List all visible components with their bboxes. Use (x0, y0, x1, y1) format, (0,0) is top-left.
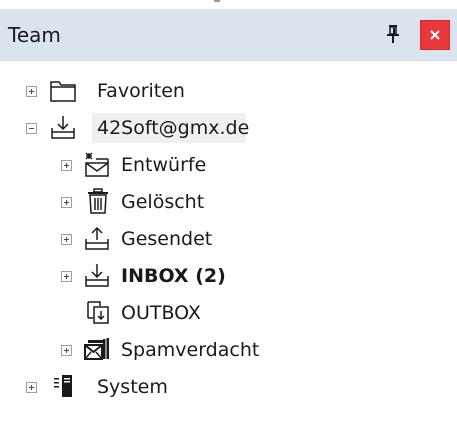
tree-label: INBOX (2) (121, 265, 226, 287)
tree-node-spam[interactable]: Spamverdacht (0, 335, 457, 365)
tree-label: Gelöscht (121, 191, 205, 213)
copy-docs-icon (86, 300, 112, 326)
tree-node-inbox[interactable]: INBOX (2) (0, 261, 457, 291)
expand-toggle[interactable] (61, 345, 72, 356)
expand-toggle[interactable] (61, 234, 72, 245)
close-icon (430, 30, 440, 40)
tree-node-system[interactable]: System (0, 372, 457, 402)
panel-title: Team (8, 23, 61, 47)
panel-header: Team (0, 9, 457, 61)
resize-grip[interactable] (214, 0, 220, 2)
tree-node-drafts[interactable]: Entwürfe (0, 150, 457, 180)
expand-toggle[interactable] (26, 382, 37, 393)
close-button[interactable] (420, 20, 450, 50)
draft-envelope-icon (84, 152, 110, 178)
inbox-tray-icon (50, 114, 76, 140)
tree-label: Gesendet (121, 228, 213, 250)
tree-node-outbox[interactable]: OUTBOX (0, 298, 457, 328)
outbox-tray-icon (84, 225, 110, 251)
pin-icon[interactable] (381, 21, 405, 47)
folder-tree: Favoriten 42Soft@gmx.de Entwürfe Gelösch… (0, 61, 457, 426)
top-edge (0, 0, 457, 9)
tree-node-favorites[interactable]: Favoriten (0, 76, 457, 106)
server-icon (52, 374, 78, 400)
team-panel: Team Favoriten 42Soft@gmx.de Entwürfe Ge… (0, 0, 457, 426)
spam-icon (84, 337, 110, 363)
tree-node-sent[interactable]: Gesendet (0, 224, 457, 254)
inbox-tray-icon (84, 262, 110, 288)
tree-label: System (97, 376, 168, 398)
trash-icon (86, 188, 112, 214)
tree-label: OUTBOX (121, 302, 201, 324)
tree-node-deleted[interactable]: Gelöscht (0, 187, 457, 217)
folder-icon (50, 79, 76, 105)
expand-toggle[interactable] (26, 86, 37, 97)
tree-node-account[interactable]: 42Soft@gmx.de (0, 113, 457, 143)
expand-toggle[interactable] (61, 197, 72, 208)
tree-label: Entwürfe (121, 154, 207, 176)
collapse-toggle[interactable] (26, 123, 37, 134)
tree-label: 42Soft@gmx.de (97, 117, 250, 139)
expand-toggle[interactable] (61, 271, 72, 282)
expand-toggle[interactable] (61, 160, 72, 171)
tree-label: Favoriten (97, 80, 185, 102)
tree-label: Spamverdacht (121, 339, 260, 361)
